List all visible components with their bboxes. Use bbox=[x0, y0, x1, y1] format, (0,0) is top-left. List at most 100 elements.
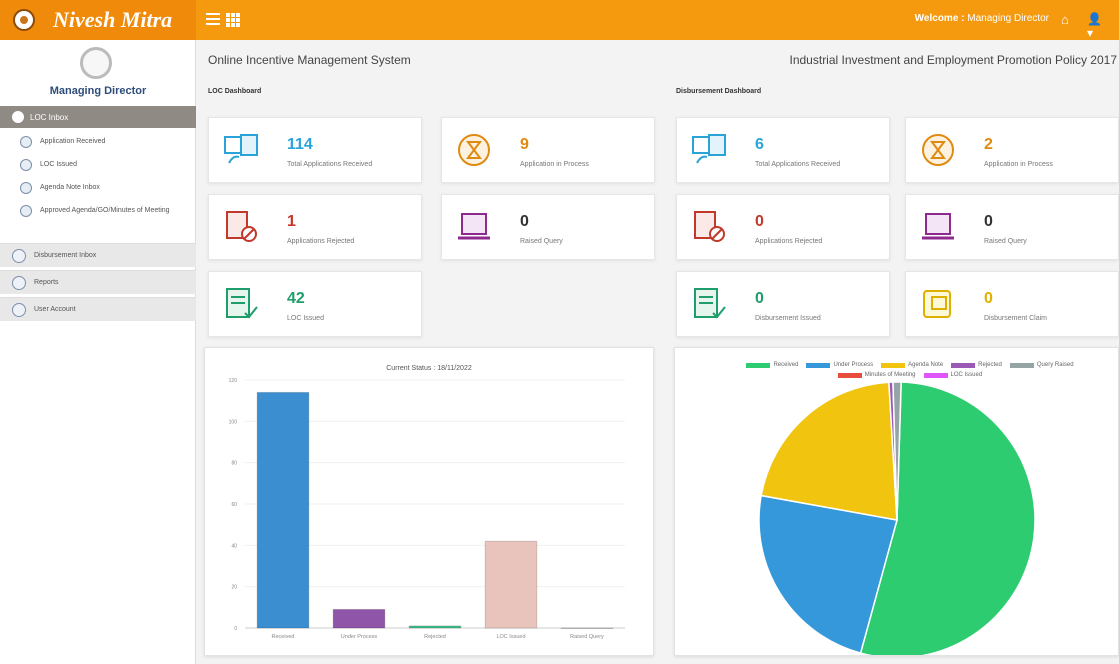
card-label: Application in Process bbox=[984, 161, 1053, 168]
card-label: Disbursement Claim bbox=[984, 315, 1048, 322]
y-tick-label: 80 bbox=[231, 461, 237, 467]
card-value: 0 bbox=[755, 213, 764, 230]
sidebar-item-label: Approved Agenda/GO/Minutes of Meeting bbox=[40, 207, 170, 214]
card-value: 6 bbox=[755, 136, 764, 153]
brand[interactable]: Nivesh Mitra bbox=[0, 0, 196, 40]
role-title: Managing Director bbox=[49, 85, 147, 97]
disb-card-in-process[interactable]: 2 Application in Process bbox=[905, 117, 1119, 183]
top-navbar: Nivesh Mitra Welcome : Managing Director… bbox=[0, 0, 1119, 40]
home-icon[interactable]: ⌂ bbox=[1061, 12, 1077, 28]
sidebar-item-label: LOC Inbox bbox=[30, 112, 69, 122]
card-label: Total Applications Received bbox=[755, 161, 841, 168]
pie-slice[interactable] bbox=[760, 381, 898, 521]
user-icon bbox=[20, 136, 32, 148]
sidebar-item-approved-agenda[interactable]: Approved Agenda/GO/Minutes of Meeting bbox=[0, 205, 180, 217]
y-tick-label: 60 bbox=[231, 502, 237, 508]
bar[interactable] bbox=[256, 391, 310, 629]
disb-card-disbursement-issued[interactable]: 0 Disbursement Issued bbox=[676, 271, 890, 337]
card-label: Applications Rejected bbox=[755, 238, 823, 245]
disb-card-total-received[interactable]: 6 Total Applications Received bbox=[676, 117, 890, 183]
menu-toggle-icon[interactable] bbox=[206, 13, 220, 25]
card-value: 0 bbox=[520, 213, 529, 230]
user-icon bbox=[12, 111, 24, 123]
card-value: 42 bbox=[287, 290, 305, 307]
sidebar-item-label: Reports bbox=[34, 279, 59, 286]
card-label: Applications Rejected bbox=[287, 238, 355, 245]
bar-chart-panel: Current Status : 18/11/2022 0 20 40 60 80 100… bbox=[204, 347, 654, 656]
card-value: 0 bbox=[755, 290, 764, 307]
y-tick-label: 40 bbox=[231, 543, 237, 549]
disb-card-raised-query[interactable]: 0 Raised Query bbox=[905, 194, 1119, 260]
sidebar-item-label: Application Received bbox=[40, 138, 106, 145]
sidebar-item-user-account[interactable]: User Account bbox=[0, 297, 196, 321]
loc-card-loc-issued[interactable]: 42 LOC Issued bbox=[208, 271, 422, 337]
x-tick-label: Raised Query bbox=[570, 634, 604, 640]
card-label: Raised Query bbox=[984, 238, 1027, 245]
loc-card-in-process[interactable]: 9 Application in Process bbox=[441, 117, 655, 183]
sidebar-item-disbursement-inbox[interactable]: Disbursement Inbox bbox=[0, 243, 196, 267]
card-label: Raised Query bbox=[520, 238, 563, 245]
grid-icon[interactable] bbox=[226, 13, 240, 27]
disb-card-disbursement-claim[interactable]: 0 Disbursement Claim bbox=[905, 271, 1119, 337]
x-tick-label: Rejected bbox=[424, 634, 446, 640]
sidebar-item-label: Agenda Note Inbox bbox=[40, 184, 100, 191]
bar[interactable] bbox=[332, 608, 386, 629]
account-icon bbox=[12, 302, 26, 317]
welcome-prefix: Welcome : bbox=[914, 13, 965, 24]
rejected-icon bbox=[226, 211, 257, 242]
disbursement-issued-icon bbox=[694, 288, 726, 319]
user-icon bbox=[20, 205, 32, 217]
reports-icon bbox=[12, 275, 26, 290]
disb-card-rejected[interactable]: 0 Applications Rejected bbox=[676, 194, 890, 260]
loc-dashboard-label: LOC Dashboard bbox=[208, 88, 262, 95]
loc-issued-icon bbox=[226, 288, 258, 319]
sidebar-item-label: LOC Issued bbox=[40, 161, 77, 168]
welcome-user: Managing Director bbox=[967, 13, 1049, 24]
user-icon bbox=[20, 182, 32, 194]
sidebar-item-loc-issued[interactable]: LOC Issued bbox=[0, 159, 196, 171]
card-value: 0 bbox=[984, 290, 993, 307]
bar-chart: 0 20 40 60 80 100 120 Received Under Process Reje… bbox=[229, 378, 625, 640]
loc-card-rejected[interactable]: 1 Applications Rejected bbox=[208, 194, 422, 260]
application-received-icon bbox=[692, 134, 726, 164]
user-icon bbox=[12, 248, 26, 263]
sidebar-item-loc-inbox[interactable]: LOC Inbox bbox=[0, 106, 196, 128]
pie-chart bbox=[758, 381, 1036, 655]
sidebar-item-label: Disbursement Inbox bbox=[34, 252, 97, 259]
brand-name: Nivesh Mitra bbox=[53, 7, 173, 32]
page-title: Online Incentive Management System bbox=[208, 53, 411, 67]
query-icon bbox=[458, 213, 490, 240]
policy-title: Industrial Investment and Employment Pro… bbox=[789, 53, 1118, 67]
bar[interactable] bbox=[484, 540, 538, 629]
bar[interactable] bbox=[560, 627, 614, 629]
hourglass-icon bbox=[922, 134, 954, 166]
emblem-logo bbox=[13, 9, 35, 31]
card-value: 2 bbox=[984, 136, 993, 153]
card-value: 9 bbox=[520, 136, 529, 153]
x-tick-label: LOC Issued bbox=[496, 634, 525, 640]
card-value: 0 bbox=[984, 213, 993, 230]
loc-card-total-received[interactable]: 114 Total Applications Received bbox=[208, 117, 422, 183]
sidebar-item-reports[interactable]: Reports bbox=[0, 270, 196, 294]
disbursement-dashboard-label: Disbursement Dashboard bbox=[676, 88, 762, 95]
pie-chart-panel: Received Under Process Agenda Note Rejected… bbox=[674, 347, 1119, 656]
card-value: 114 bbox=[287, 136, 313, 153]
disbursement-claim-icon bbox=[923, 290, 951, 318]
rejected-icon bbox=[694, 211, 725, 242]
user-menu-icon[interactable]: 👤▾ bbox=[1087, 12, 1107, 40]
y-tick-label: 100 bbox=[229, 419, 238, 425]
y-tick-label: 0 bbox=[234, 626, 237, 632]
card-label: Total Applications Received bbox=[287, 161, 373, 168]
y-tick-label: 20 bbox=[231, 585, 237, 591]
sidebar-item-application-received[interactable]: Application Received bbox=[0, 136, 196, 148]
bar[interactable] bbox=[408, 625, 462, 629]
application-received-icon bbox=[224, 134, 258, 164]
x-tick-label: Under Process bbox=[341, 634, 378, 640]
avatar bbox=[80, 47, 112, 79]
sidebar: Managing Director LOC Inbox Application … bbox=[0, 40, 196, 664]
loc-card-raised-query[interactable]: 0 Raised Query bbox=[441, 194, 655, 260]
x-tick-label: Received bbox=[272, 634, 295, 640]
card-label: LOC Issued bbox=[287, 315, 324, 322]
hourglass-icon bbox=[458, 134, 490, 166]
sidebar-item-agenda-note-inbox[interactable]: Agenda Note Inbox bbox=[0, 182, 196, 194]
